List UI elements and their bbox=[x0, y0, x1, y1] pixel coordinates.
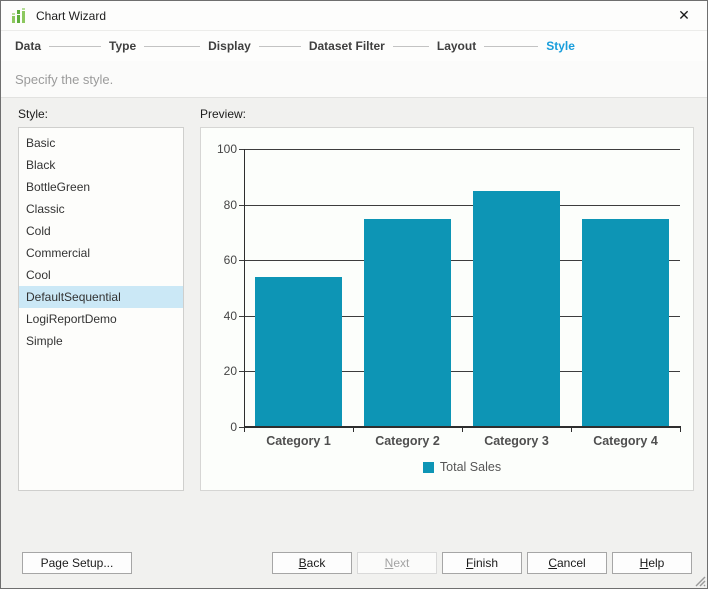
style-option-cool[interactable]: Cool bbox=[19, 264, 183, 286]
step-connector bbox=[258, 45, 301, 47]
y-axis-line bbox=[244, 149, 245, 427]
step-dataset-filter[interactable]: Dataset Filter bbox=[309, 39, 385, 53]
chart-bar bbox=[255, 276, 342, 426]
style-option-logireportdemo[interactable]: LogiReportDemo bbox=[19, 308, 183, 330]
chart-bar bbox=[473, 190, 560, 426]
style-option-classic[interactable]: Classic bbox=[19, 198, 183, 220]
style-option-bottlegreen[interactable]: BottleGreen bbox=[19, 176, 183, 198]
close-icon[interactable]: ✕ bbox=[671, 3, 697, 29]
subtitle-bar: Specify the style. bbox=[1, 61, 707, 98]
y-tick-label: 60 bbox=[223, 253, 237, 268]
title-bar: Chart Wizard ✕ bbox=[1, 1, 707, 31]
step-connector bbox=[392, 45, 429, 47]
y-tick-label: 100 bbox=[216, 142, 237, 156]
style-option-basic[interactable]: Basic bbox=[19, 132, 183, 154]
step-type[interactable]: Type bbox=[109, 39, 136, 53]
help-button[interactable]: Help bbox=[612, 552, 692, 574]
style-option-defaultsequential[interactable]: DefaultSequential bbox=[19, 286, 183, 308]
category-label: Category 3 bbox=[484, 434, 549, 448]
legend-swatch bbox=[422, 461, 434, 473]
window-title: Chart Wizard bbox=[36, 8, 107, 23]
y-tick-label: 0 bbox=[230, 420, 237, 434]
wizard-steps: Data Type Display Dataset Filter Layout … bbox=[1, 31, 707, 61]
step-layout[interactable]: Layout bbox=[437, 39, 476, 53]
back-button[interactable]: Back bbox=[272, 552, 352, 574]
style-option-simple[interactable]: Simple bbox=[19, 330, 183, 352]
style-option-cold[interactable]: Cold bbox=[19, 220, 183, 242]
y-tick-label: 40 bbox=[223, 308, 237, 323]
category-label: Category 4 bbox=[593, 434, 658, 448]
x-tick-mark bbox=[680, 427, 681, 432]
step-data[interactable]: Data bbox=[15, 39, 41, 53]
preview-label: Preview: bbox=[200, 107, 247, 121]
step-style[interactable]: Style bbox=[546, 39, 575, 53]
chart-preview: 0 20 40 60 80 100 Category 1 Category 2 Category… bbox=[200, 127, 694, 491]
chart-wizard-dialog: Chart Wizard ✕ Data Type Display Dataset… bbox=[0, 0, 708, 589]
main-area: Style: Preview: Basic Black BottleGreen … bbox=[1, 98, 707, 587]
chart-bar bbox=[582, 218, 669, 426]
style-list[interactable]: Basic Black BottleGreen Classic Cold Com… bbox=[18, 127, 184, 491]
legend-label: Total Sales bbox=[439, 460, 502, 474]
step-connector bbox=[484, 45, 539, 47]
page-setup-button[interactable]: Page Setup... bbox=[22, 552, 132, 574]
chart-bar bbox=[364, 218, 451, 426]
x-tick-mark bbox=[353, 427, 354, 432]
category-label: Category 2 bbox=[375, 434, 440, 448]
chart-gridline bbox=[244, 204, 680, 206]
chart-legend: Total Sales bbox=[244, 460, 680, 474]
finish-button[interactable]: Finish bbox=[442, 552, 522, 574]
next-button: Next bbox=[357, 552, 437, 574]
y-tick-label: 20 bbox=[223, 364, 237, 379]
style-option-commercial[interactable]: Commercial bbox=[19, 242, 183, 264]
step-connector bbox=[144, 45, 201, 47]
cancel-button[interactable]: Cancel bbox=[527, 552, 607, 574]
chart-gridline bbox=[244, 149, 680, 150]
resize-grip-icon[interactable] bbox=[693, 574, 706, 587]
step-description: Specify the style. bbox=[15, 71, 114, 87]
style-option-black[interactable]: Black bbox=[19, 154, 183, 176]
step-display[interactable]: Display bbox=[208, 39, 251, 53]
step-connector bbox=[49, 45, 102, 47]
category-label: Category 1 bbox=[266, 434, 331, 448]
x-tick-mark bbox=[571, 427, 572, 432]
x-tick-mark bbox=[244, 427, 245, 432]
y-tick-label: 80 bbox=[223, 197, 237, 212]
chart-wizard-app-icon bbox=[12, 8, 25, 23]
style-list-label: Style: bbox=[18, 107, 49, 121]
x-tick-mark bbox=[462, 427, 463, 432]
